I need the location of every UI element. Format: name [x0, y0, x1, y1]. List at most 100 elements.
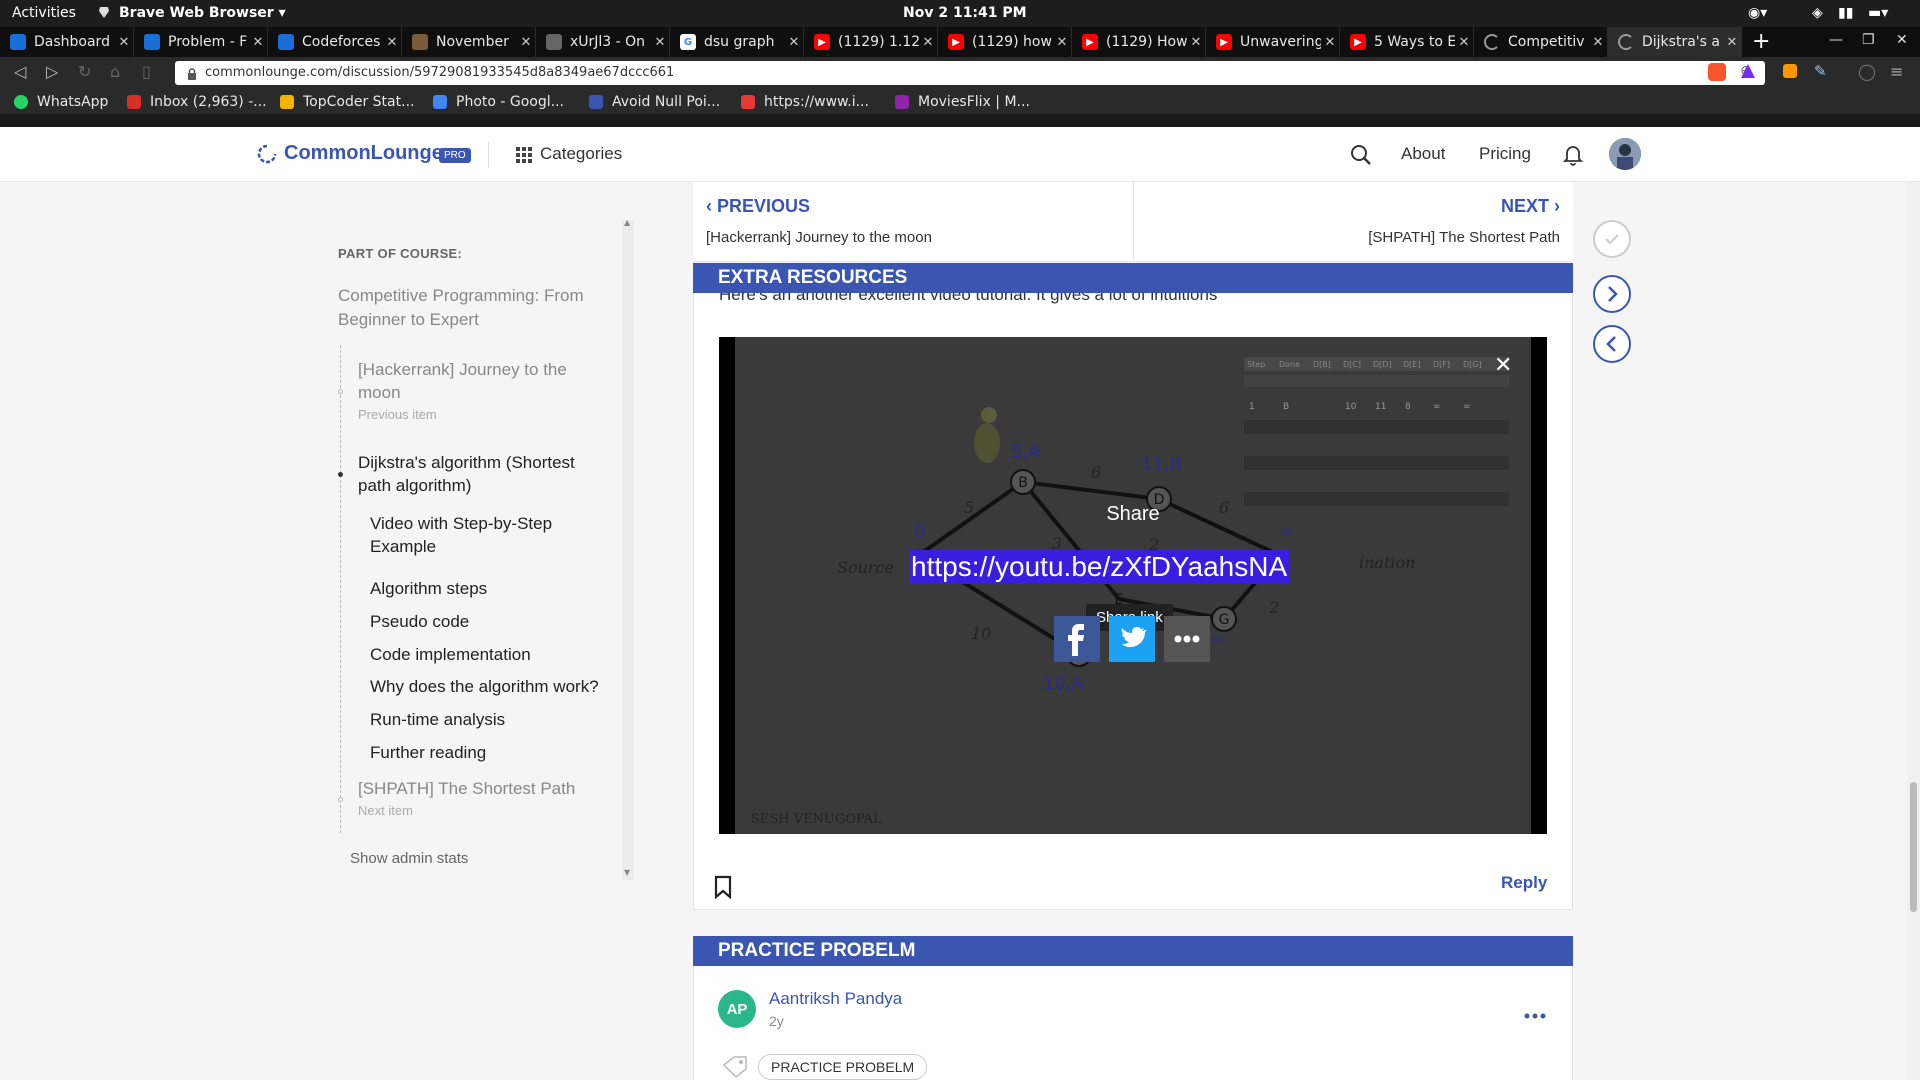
- author-avatar[interactable]: AP: [718, 990, 756, 1028]
- network-icon[interactable]: ◈: [1812, 5, 1823, 21]
- commonlounge-logo-icon[interactable]: [257, 144, 277, 168]
- bookmark-whatsapp[interactable]: WhatsApp: [14, 94, 108, 110]
- bookmark-https[interactable]: https://www.i...: [741, 94, 869, 110]
- tab-november[interactable]: November ✕: [402, 27, 536, 57]
- activities-button[interactable]: Activities: [12, 5, 76, 21]
- bookmark-topcoder[interactable]: TopCoder Stat...: [280, 94, 414, 110]
- tab-problem[interactable]: Problem - F ✕: [134, 27, 268, 57]
- sidebar-section-why[interactable]: Why does the algorithm work?: [370, 677, 599, 697]
- sidebar-prev-item[interactable]: [Hackerrank] Journey to the moon Previou…: [358, 358, 567, 426]
- sidebar-next-item[interactable]: [SHPATH] The Shortest Path Next item: [358, 777, 575, 822]
- sidebar-scrollbar[interactable]: ▲ ▼: [622, 218, 634, 880]
- brave-rewards-icon[interactable]: [1740, 63, 1756, 83]
- battery-icon[interactable]: ▬▾: [1868, 5, 1888, 21]
- back-icon[interactable]: ◁: [14, 62, 26, 81]
- close-tab-icon[interactable]: ✕: [1053, 35, 1071, 50]
- menu-icon[interactable]: ≡: [1890, 62, 1903, 81]
- tab-youtube-3[interactable]: ▶ (1129) How ✕: [1072, 27, 1206, 57]
- tab-codeforces[interactable]: Codeforces ✕: [268, 27, 402, 57]
- forward-icon[interactable]: ▷: [46, 62, 58, 81]
- tab-dijkstra[interactable]: Dijkstra's a ✕: [1608, 27, 1742, 57]
- bookmark-photos[interactable]: Photo - Googl...: [433, 94, 564, 110]
- previous-link[interactable]: ‹ PREVIOUS [Hackerrank] Journey to the m…: [706, 196, 1106, 256]
- reply-button[interactable]: Reply: [1501, 873, 1547, 893]
- bookmark-page-icon[interactable]: ▯: [142, 62, 151, 81]
- bookmark-moviesflix[interactable]: MoviesFlix | M...: [895, 94, 1030, 110]
- next-link[interactable]: NEXT › [SHPATH] The Shortest Path: [1160, 196, 1560, 256]
- sidebar-section-runtime[interactable]: Run-time analysis: [370, 710, 505, 730]
- page-scrollbar[interactable]: [1907, 182, 1920, 1080]
- volume-icon[interactable]: ▮▮: [1838, 5, 1853, 21]
- sidebar-section-code[interactable]: Code implementation: [370, 645, 531, 665]
- more-share-button[interactable]: [1164, 616, 1210, 662]
- twitter-share-button[interactable]: [1109, 616, 1155, 662]
- tab-youtube-5[interactable]: ▶ 5 Ways to E ✕: [1340, 27, 1474, 57]
- tab-youtube-4[interactable]: ▶ Unwavering ✕: [1206, 27, 1340, 57]
- bookmark-avoid-null[interactable]: Avoid Null Poi...: [589, 94, 720, 110]
- sidebar-section-algorithm-steps[interactable]: Algorithm steps: [370, 579, 487, 599]
- close-tab-icon[interactable]: ✕: [919, 35, 937, 50]
- clock[interactable]: Nov 2 11:41 PM: [903, 5, 1027, 21]
- search-icon[interactable]: [1350, 144, 1372, 170]
- address-bar[interactable]: commonlounge.com/discussion/597290819335…: [175, 61, 1765, 85]
- scroll-up-icon[interactable]: ▲: [624, 218, 630, 227]
- sidebar-current-item[interactable]: Dijkstra's algorithm (Shortest path algo…: [358, 451, 575, 497]
- minimize-icon[interactable]: —: [1829, 32, 1843, 48]
- bookmark-icon[interactable]: [714, 875, 732, 903]
- scrollbar-thumb[interactable]: [1910, 782, 1917, 912]
- app-menu[interactable]: Brave Web Browser ▾: [119, 5, 286, 21]
- author-name[interactable]: Aantriksh Pandya: [769, 989, 902, 1009]
- more-options-icon[interactable]: [1524, 1004, 1546, 1023]
- profile-icon[interactable]: ◯: [1858, 62, 1876, 81]
- reload-icon[interactable]: ↻: [78, 62, 91, 81]
- pricing-link[interactable]: Pricing: [1479, 144, 1531, 164]
- scroll-down-icon[interactable]: ▼: [624, 868, 630, 877]
- previous-item-button[interactable]: [1593, 325, 1631, 363]
- show-admin-stats-link[interactable]: Show admin stats: [350, 850, 468, 867]
- new-tab-icon[interactable]: +: [1752, 29, 1770, 54]
- grid-icon[interactable]: [516, 147, 532, 167]
- extension-icon[interactable]: [1783, 64, 1797, 78]
- bell-icon[interactable]: [1562, 144, 1584, 170]
- sidebar-section-video[interactable]: Video with Step-by-Step Example: [370, 512, 552, 558]
- pen-extension-icon[interactable]: ✎: [1814, 62, 1827, 80]
- close-tab-icon[interactable]: ✕: [115, 35, 133, 50]
- close-tab-icon[interactable]: ✕: [785, 35, 803, 50]
- tag-chip[interactable]: PRACTICE PROBELM: [758, 1054, 928, 1080]
- next-item-button[interactable]: [1593, 275, 1631, 313]
- tab-dsu-graph[interactable]: G dsu graph ✕: [670, 27, 804, 57]
- mark-complete-button[interactable]: [1593, 220, 1631, 258]
- home-icon[interactable]: ⌂: [110, 62, 120, 81]
- close-tab-icon[interactable]: ✕: [383, 35, 401, 50]
- close-share-icon[interactable]: ✕: [1494, 353, 1512, 378]
- restore-icon[interactable]: ❐: [1862, 32, 1875, 48]
- about-link[interactable]: About: [1401, 144, 1445, 164]
- close-tab-icon[interactable]: ✕: [249, 35, 267, 50]
- accessibility-icon[interactable]: ◉▾: [1748, 5, 1767, 21]
- close-tab-icon[interactable]: ✕: [1455, 35, 1473, 50]
- sidebar-section-pseudo-code[interactable]: Pseudo code: [370, 612, 469, 632]
- categories-link[interactable]: Categories: [540, 144, 622, 164]
- tab-competitive[interactable]: Competitiv ✕: [1474, 27, 1608, 57]
- avatar[interactable]: [1609, 138, 1641, 170]
- tab-youtube-1[interactable]: ▶ (1129) 1.12 ✕: [804, 27, 938, 57]
- course-title-link[interactable]: Competitive Programming: From Beginner t…: [338, 284, 584, 332]
- close-tab-icon[interactable]: ✕: [1723, 35, 1741, 50]
- close-window-icon[interactable]: ✕: [1896, 32, 1908, 48]
- close-tab-icon[interactable]: ✕: [1187, 35, 1205, 50]
- brave-shields-icon[interactable]: [1708, 63, 1726, 81]
- sidebar-section-further-reading[interactable]: Further reading: [370, 743, 486, 763]
- tab-dashboard[interactable]: Dashboard ✕: [0, 27, 134, 57]
- bookmark-label: https://www.i...: [764, 94, 869, 110]
- tab-xurjl3[interactable]: xUrJl3 - On ✕: [536, 27, 670, 57]
- bookmark-gmail[interactable]: Inbox (2,963) -...: [127, 94, 267, 110]
- facebook-share-button[interactable]: [1054, 616, 1100, 662]
- tab-youtube-2[interactable]: ▶ (1129) how ✕: [938, 27, 1072, 57]
- share-url[interactable]: https://youtu.be/zXfDYaahsNA: [909, 550, 1290, 584]
- close-tab-icon[interactable]: ✕: [651, 35, 669, 50]
- close-tab-icon[interactable]: ✕: [1321, 35, 1339, 50]
- close-tab-icon[interactable]: ✕: [1589, 35, 1607, 50]
- close-tab-icon[interactable]: ✕: [517, 35, 535, 50]
- video-embed[interactable]: Step Done D[B] D[C] D[D] D[E] D[F] D[G] …: [719, 337, 1547, 834]
- site-logo[interactable]: CommonLounge: [284, 142, 443, 165]
